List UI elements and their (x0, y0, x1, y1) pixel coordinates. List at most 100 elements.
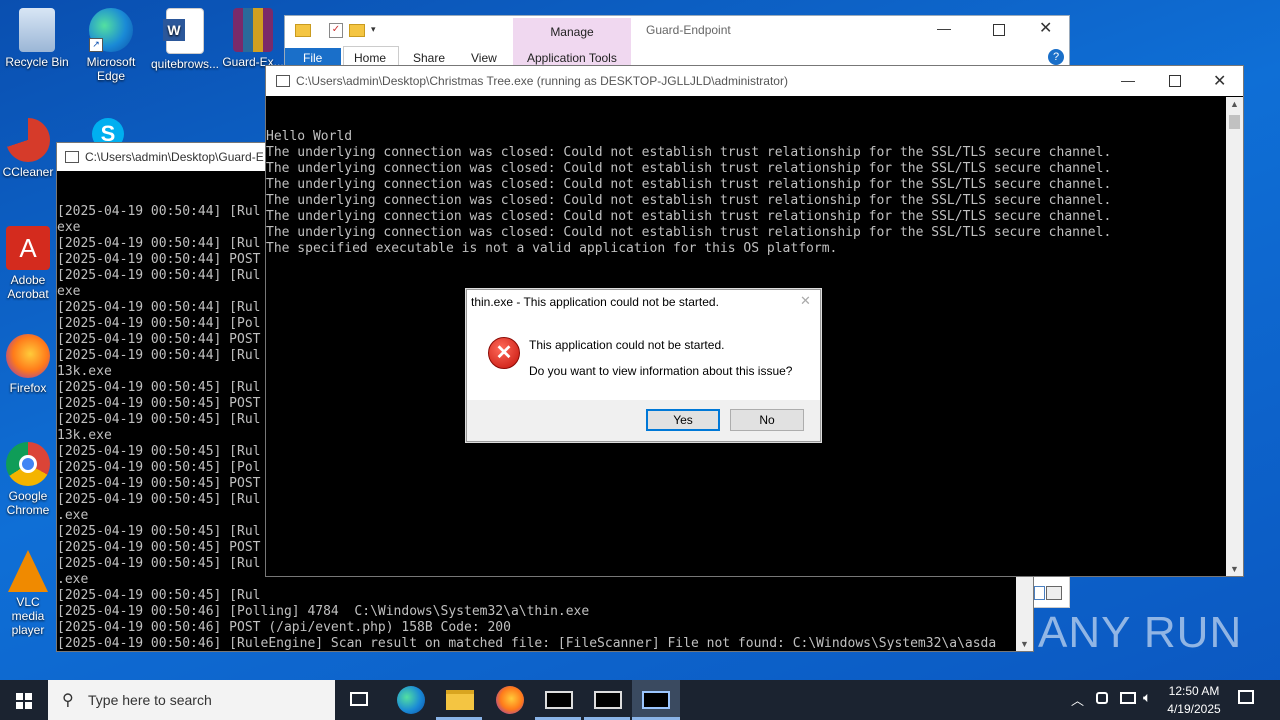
tab-file-label: File (303, 51, 323, 65)
manage-label: Manage (550, 25, 594, 39)
minimize-button[interactable]: — (937, 20, 951, 36)
taskbar-firefox-icon[interactable] (496, 686, 524, 714)
console-line: The underlying connection was closed: Co… (266, 161, 1112, 176)
details-view-icon[interactable] (1034, 586, 1045, 600)
dialog-question: Do you want to view information about th… (529, 364, 793, 378)
scroll-down-icon[interactable]: ▼ (1230, 564, 1239, 574)
vlc-icon (8, 550, 48, 592)
christmas-tree-titlebar[interactable]: C:\Users\admin\Desktop\Christmas Tree.ex… (266, 66, 1243, 96)
taskbar-console-icon-1[interactable] (545, 691, 573, 709)
notification-icon[interactable] (1238, 690, 1254, 704)
anyrun-watermark: ANY RUN (1038, 608, 1242, 658)
console-window-icon (276, 75, 290, 87)
shortcut-arrow-icon: ↗ (89, 38, 103, 52)
desktop-icon-quitebrows[interactable]: W quitebrows... (148, 8, 222, 71)
desktop-icon-label: Microsoft Edge (86, 55, 136, 83)
console-line: The underlying connection was closed: Co… (266, 225, 1112, 240)
desktop-icon-recycle-bin[interactable]: Recycle Bin (0, 8, 74, 69)
desktop-icon-label: quitebrows... (150, 57, 220, 71)
recycle-bin-icon (19, 8, 55, 52)
tab-application-tools[interactable]: Application Tools (527, 51, 617, 65)
task-view-icon[interactable] (350, 692, 368, 706)
desktop-icon-label: Recycle Bin (5, 55, 69, 69)
windows-logo-icon (16, 693, 32, 709)
search-icon: ⚲ (62, 692, 74, 709)
error-dialog[interactable]: thin.exe - This application could not be… (466, 289, 821, 442)
desktop-icon-chrome[interactable]: Google Chrome (0, 442, 56, 517)
chrome-icon (6, 442, 50, 486)
console-line: [2025-04-19 00:50:46] [Polling] 4784 C:\… (57, 604, 590, 619)
christmas-tree-scrollbar[interactable]: ▲ ▼ (1226, 97, 1243, 576)
adobe-acrobat-icon: A (6, 226, 50, 270)
yes-button[interactable]: Yes (646, 409, 720, 431)
dialog-message: This application could not be started. (529, 338, 725, 352)
tab-share[interactable]: Share (413, 51, 445, 65)
word-document-icon: W (163, 8, 204, 54)
console-line: The specified executable is not a valid … (266, 241, 838, 256)
scroll-up-icon[interactable]: ▲ (1230, 99, 1239, 109)
desktop-icon-label: CCleaner (2, 165, 54, 179)
desktop-icon-label: Firefox (9, 381, 47, 395)
guard-console-titlebar[interactable]: C:\Users\admin\Desktop\Guard-E (57, 143, 267, 171)
guard-console-title: C:\Users\admin\Desktop\Guard-E (85, 150, 264, 164)
maximize-button[interactable] (1169, 75, 1181, 87)
desktop-icon-label: VLC media player (11, 595, 45, 637)
console-line: Hello World (266, 129, 353, 144)
guard-console-scrollbar[interactable]: ▼ (1016, 577, 1033, 651)
firefox-icon (6, 334, 50, 378)
network-status-icon[interactable] (1096, 692, 1108, 704)
console-line: The underlying connection was closed: Co… (266, 209, 1112, 224)
watermark-text: ANY RUN (1038, 608, 1243, 657)
folder-icon (295, 24, 311, 37)
clock-time[interactable]: 12:50 AM (1160, 684, 1228, 698)
christmas-tree-title: C:\Users\admin\Desktop\Christmas Tree.ex… (296, 74, 788, 88)
search-placeholder: Type here to search (88, 692, 212, 708)
console-line: [2025-04-19 00:50:46] [RuleEngine] Scan … (57, 636, 997, 650)
start-button[interactable] (0, 680, 48, 720)
new-folder-icon[interactable] (349, 24, 365, 37)
clock-date[interactable]: 4/19/2025 (1160, 702, 1228, 716)
no-button[interactable]: No (730, 409, 804, 431)
quick-access-dropdown-icon[interactable]: ▾ (371, 24, 376, 35)
archive-icon (233, 8, 273, 52)
help-icon[interactable]: ? (1048, 49, 1064, 65)
large-icons-view-icon[interactable] (1046, 586, 1062, 600)
taskbar-search-box[interactable]: ⚲ Type here to search (48, 680, 335, 720)
explorer-window[interactable]: ✓ ▾ Manage Guard-Endpoint — ✕ File Home … (284, 15, 1070, 69)
console-window-icon (65, 151, 79, 163)
desktop-icon-adobe[interactable]: A Adobe Acrobat (0, 226, 56, 301)
network-icon[interactable] (1120, 692, 1136, 704)
desktop-icon-vlc[interactable]: VLC media player (0, 550, 56, 637)
console-line: The underlying connection was closed: Co… (266, 145, 1112, 160)
close-button[interactable]: ✕ (1213, 71, 1226, 91)
desktop-icon-firefox[interactable]: Firefox (0, 334, 56, 395)
ccleaner-icon (6, 118, 50, 162)
close-button[interactable]: ✕ (1039, 18, 1052, 38)
maximize-button[interactable] (993, 24, 1005, 36)
scroll-thumb[interactable] (1229, 115, 1240, 129)
volume-icon[interactable]: 🔈︎ (1143, 689, 1151, 706)
desktop-icon-ccleaner[interactable]: CCleaner (0, 118, 56, 179)
desktop-icon-label: Google Chrome (6, 489, 50, 517)
dialog-title: thin.exe - This application could not be… (471, 295, 719, 309)
desktop-icon-guard-ex[interactable]: Guard-Ex... (222, 8, 284, 69)
error-icon: ✕ (488, 337, 520, 369)
edge-icon: ↗ (89, 8, 133, 52)
console-line: [2025-04-19 00:50:46] POST (/api/event.p… (57, 620, 511, 635)
tab-view[interactable]: View (471, 51, 497, 65)
show-hidden-icons-icon[interactable]: ︿ (1071, 690, 1084, 709)
scroll-down-icon[interactable]: ▼ (1020, 639, 1029, 649)
taskbar-console-icon-2[interactable] (594, 691, 622, 709)
taskbar-console-icon-3[interactable] (642, 691, 670, 709)
properties-icon[interactable]: ✓ (329, 23, 343, 38)
desktop-icon-edge[interactable]: ↗ Microsoft Edge (74, 8, 148, 83)
console-line: [2025-04-19 00:50:45] [Rul (57, 588, 261, 603)
minimize-button[interactable]: — (1121, 72, 1135, 88)
tab-home-label: Home (354, 51, 387, 65)
console-line: The underlying connection was closed: Co… (266, 177, 1112, 192)
dialog-close-button[interactable]: ✕ (800, 293, 811, 309)
explorer-title: Guard-Endpoint (646, 23, 731, 37)
taskbar-edge-icon[interactable] (397, 686, 425, 714)
taskbar-file-explorer-icon[interactable] (446, 690, 474, 710)
console-line: The underlying connection was closed: Co… (266, 193, 1112, 208)
